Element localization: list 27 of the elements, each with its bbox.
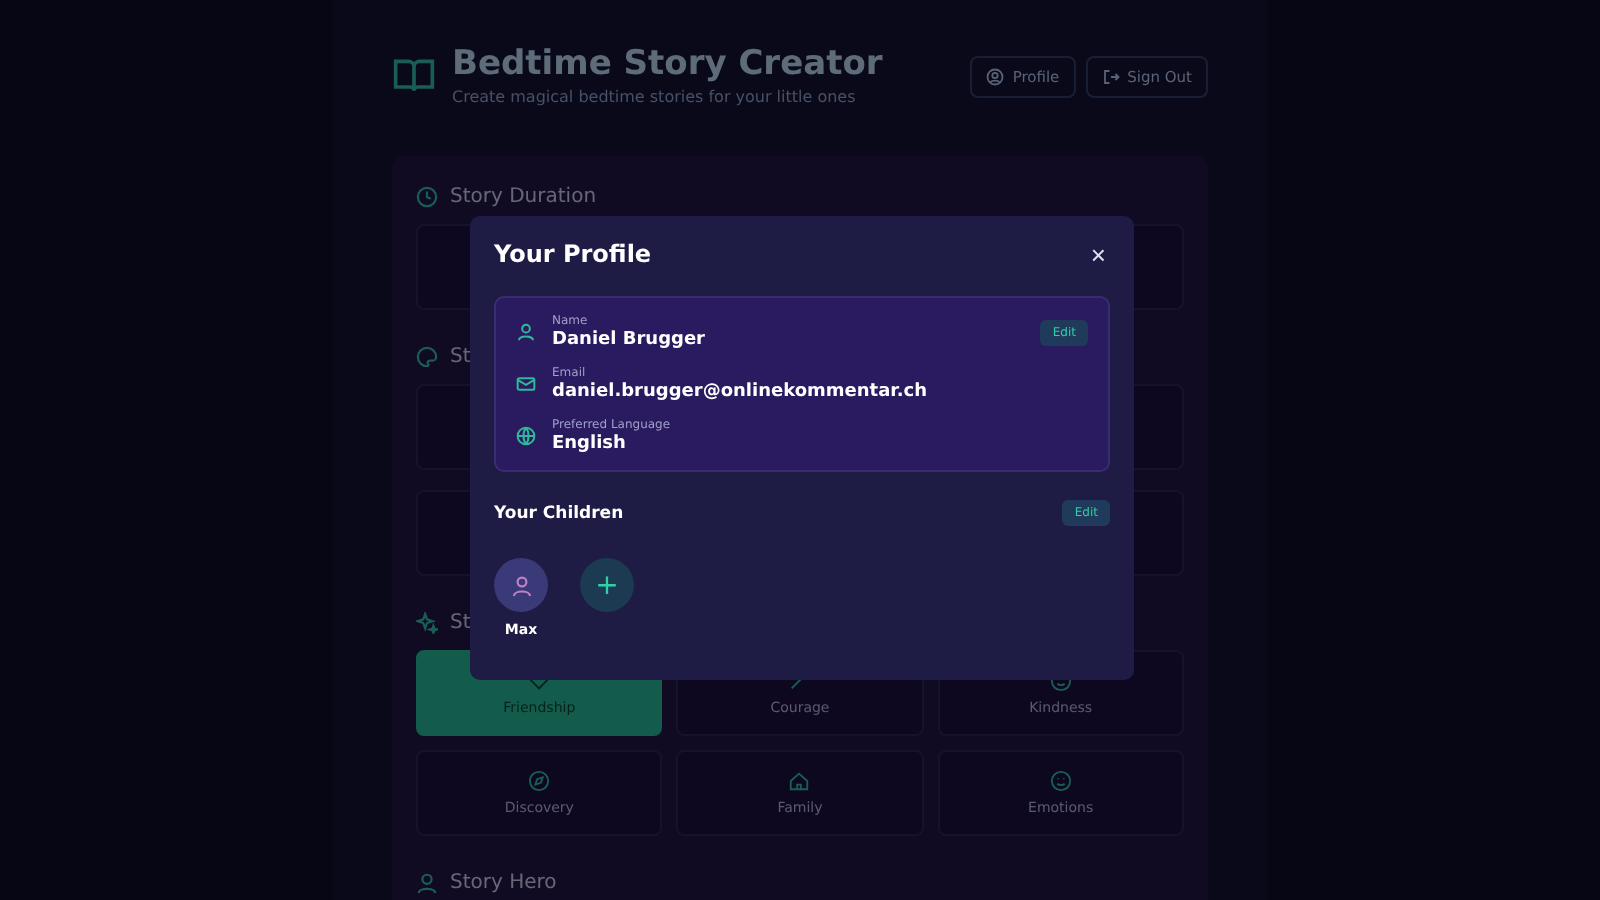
section-title: St [450,611,471,633]
sparkle-icon [416,611,438,633]
user-icon [509,573,533,597]
dialog-title: Your Profile [494,240,652,268]
smiley-icon [1049,770,1072,792]
child-avatar[interactable] [494,558,548,612]
user-icon [516,322,536,342]
globe-icon [516,426,536,446]
close-button[interactable]: × [1086,241,1110,267]
field-value: Daniel Brugger [552,330,707,350]
add-child-button[interactable]: + [580,558,634,612]
section-title: St [450,345,471,367]
app-subtitle: Create magical bedtime stories for your little ones [452,88,858,106]
field-value: English [552,434,628,454]
section-title: Story Duration [450,185,597,207]
field-value: daniel.brugger@onlinekommentar.ch [552,382,929,402]
house-icon [788,770,811,792]
clock-icon [416,185,438,207]
children-heading: Your Children [494,503,624,523]
sign-out-icon [1101,68,1120,86]
user-icon [416,871,438,893]
mail-icon [516,374,536,394]
app-title: Bedtime Story Creator [452,44,883,84]
user-circle-icon [986,68,1005,86]
compass-icon [528,770,551,792]
palette-icon [416,345,438,367]
section-title: Story Hero [450,871,557,893]
